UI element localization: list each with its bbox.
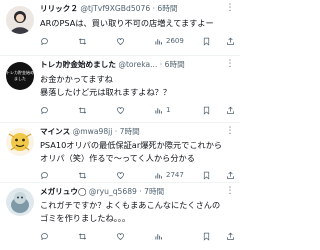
share-icon [227,171,234,179]
more-icon[interactable]: ⋮ [224,126,236,138]
post-header: トレカ貯金始めました @toreka... · 6時間 [40,59,236,71]
post-header: メガリュウ◯ @ryu_q5689 · 7時間 [40,186,236,198]
share-icon [227,106,234,114]
views-icon [155,107,162,113]
bookmark-button[interactable] [202,104,211,116]
bookmark-icon [203,171,210,180]
user-handle[interactable]: @mwa98jj [73,127,113,136]
views-icon [155,172,162,178]
avatar[interactable] [6,188,34,216]
views-count: 2747 [166,171,184,179]
retweet-button[interactable] [78,104,87,116]
bookmark-icon [203,232,210,241]
avatar[interactable]: トレカ貯金始めました [6,62,34,90]
action-bar: 2747 [40,169,236,181]
timestamp[interactable]: 6時間 [157,4,177,13]
timestamp[interactable]: 6時間 [165,60,185,69]
user-handle[interactable]: @tjTvf9XGBd5076 [80,4,150,13]
timestamp[interactable]: 7時間 [120,127,140,136]
share-button[interactable] [226,230,235,242]
post-text-line: ARのPSAは、買い取り不可の店増えてますよー [40,18,214,28]
more-icon[interactable]: ⋮ [224,186,236,198]
separator: · [114,127,118,136]
user-handle[interactable]: @ryu_q5689 [89,187,137,196]
retweet-button[interactable] [78,230,87,242]
retweet-icon [78,232,87,240]
user-handle[interactable]: @toreka... [118,60,157,69]
action-bar: 1 [40,104,236,116]
display-name[interactable]: トレカ貯金始めました [40,60,116,69]
retweet-icon [78,106,87,114]
like-icon [117,171,124,179]
share-button[interactable] [226,169,235,181]
retweet-icon [78,171,87,179]
post-text-line: オリパ（笑）作るで～ってく人から分かる [40,153,195,163]
like-button[interactable] [116,35,125,47]
reply-button[interactable] [40,230,49,242]
more-icon[interactable]: ⋮ [224,59,236,71]
share-icon [227,37,234,45]
reply-feed: リリック２ @tjTvf9XGBd5076 · 6時間 ⋮ ARのPSAは、買い… [0,0,240,250]
like-icon [117,232,124,240]
avatar-text: トレカ貯金始めました [6,70,34,81]
separator: · [139,187,142,196]
like-icon [117,106,124,114]
share-button[interactable] [226,35,235,47]
post-text-line: これガチですか？よくもまあこんなにたくさんの [40,200,221,210]
views-button[interactable]: 2747 [154,169,184,181]
bookmark-button[interactable] [202,230,211,242]
post-header: マインス @mwa98jj · 7時間 [40,126,236,138]
reply-icon [41,37,48,45]
reply-post[interactable]: マインス @mwa98jj · 7時間 ⋮ PSA10オリパの最低保証ar爆死か… [0,123,240,185]
reply-post[interactable]: リリック２ @tjTvf9XGBd5076 · 6時間 ⋮ ARのPSAは、買い… [0,0,240,60]
action-bar: 2609 [40,35,236,47]
reply-button[interactable] [40,104,49,116]
like-button[interactable] [116,104,125,116]
avatar[interactable] [6,128,34,156]
display-name[interactable]: リリック２ [40,4,78,13]
reply-button[interactable] [40,35,49,47]
bookmark-icon [203,37,210,46]
post-header: リリック２ @tjTvf9XGBd5076 · 6時間 [40,3,236,15]
timestamp[interactable]: 7時間 [144,187,164,196]
avatar[interactable] [6,6,34,34]
display-name[interactable]: メガリュウ◯ [40,187,86,196]
separator: · [152,4,155,13]
reply-icon [41,106,48,114]
views-count: 1 [166,106,171,114]
retweet-button[interactable] [78,35,87,47]
bookmark-icon [203,106,210,115]
like-button[interactable] [116,169,125,181]
views-icon [155,233,162,239]
reply-post[interactable]: メガリュウ◯ @ryu_q5689 · 7時間 ⋮ これガチですか？よくもまあこ… [0,183,240,250]
reply-button[interactable] [40,169,49,181]
more-icon[interactable]: ⋮ [224,3,236,15]
display-name[interactable]: マインス [40,127,70,136]
post-text-line: ゴミを作りましたね。。。 [40,213,131,223]
action-bar [40,230,236,242]
bookmark-button[interactable] [202,35,211,47]
share-button[interactable] [226,104,235,116]
post-text-line: お金かかってますね [40,74,113,84]
views-count: 2609 [166,37,184,45]
bookmark-button[interactable] [202,169,211,181]
share-icon [227,232,234,240]
reply-icon [41,171,48,179]
views-button[interactable]: 2609 [154,35,184,47]
reply-icon [41,232,48,240]
retweet-button[interactable] [78,169,87,181]
separator: · [159,60,163,69]
like-icon [117,37,124,45]
reply-post[interactable]: トレカ貯金始めました トレカ貯金始めました @toreka... · 6時間 ⋮… [0,56,240,122]
views-button[interactable] [154,230,166,242]
post-text-line: PSA10オリパの最低保証ar爆死か際元でこれから [40,140,223,150]
retweet-icon [78,37,87,45]
post-text-line: 暴落したけど元は取れますよね？？ [40,87,172,97]
views-icon [155,38,162,44]
like-button[interactable] [116,230,125,242]
views-button[interactable]: 1 [154,104,170,116]
